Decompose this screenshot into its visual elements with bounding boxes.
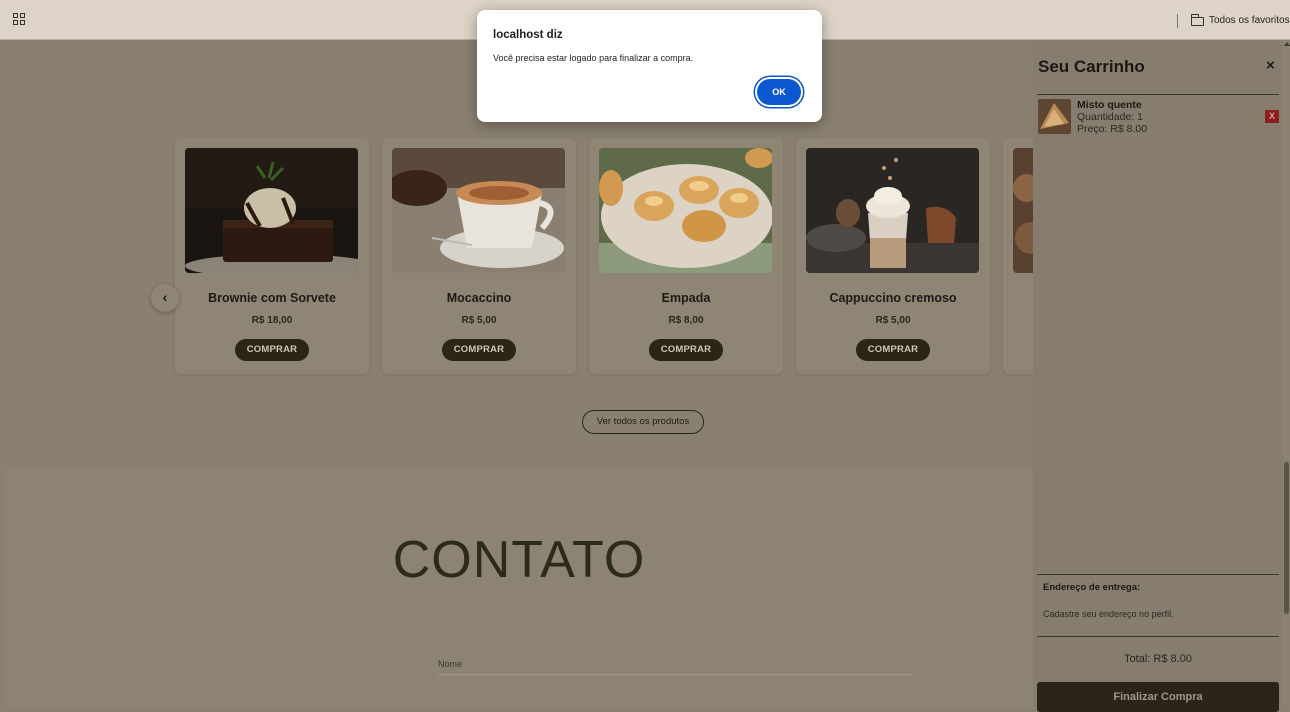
carousel-prev-button[interactable]: ‹: [151, 284, 179, 312]
scrollbar-thumb[interactable]: [1284, 462, 1289, 614]
alert-dialog: localhost diz Você precisa estar logado …: [477, 10, 822, 122]
product-price: R$ 5,00: [461, 315, 497, 326]
product-image-cappuccino: [806, 148, 979, 273]
product-price: R$ 8,00: [668, 315, 704, 326]
cart-title: Seu Carrinho: [1038, 57, 1145, 76]
contact-heading: CONTATO: [392, 531, 646, 589]
cart-total: Total: R$ 8.00: [1124, 653, 1192, 665]
product-image-brownie: [185, 148, 358, 273]
bookmarks-folder-label[interactable]: Todos os favoritos: [1209, 15, 1290, 26]
product-image-empada: [599, 148, 772, 273]
product-price: R$ 5,00: [875, 315, 911, 326]
folder-icon[interactable]: [1190, 14, 1204, 26]
buy-button[interactable]: COMPRAR: [856, 339, 930, 361]
product-card: Cappuccino cremoso R$ 5,00 COMPRAR: [796, 138, 990, 374]
product-card: Mocaccino R$ 5,00 COMPRAR: [382, 138, 576, 374]
divider: [1037, 574, 1279, 575]
product-name: Mocaccino: [446, 291, 512, 305]
ok-button[interactable]: OK: [757, 79, 801, 105]
buy-button[interactable]: COMPRAR: [235, 339, 309, 361]
apps-grid-icon[interactable]: [13, 13, 25, 25]
product-image-mocaccino: [392, 148, 565, 273]
product-card: [1003, 138, 1033, 374]
bookmarks-separator: [1177, 14, 1178, 28]
divider: [1037, 636, 1279, 637]
product-card: Empada R$ 8,00 COMPRAR: [589, 138, 783, 374]
scroll-up-arrow-icon[interactable]: [1284, 42, 1290, 46]
product-card: Brownie com Sorvete R$ 18,00 COMPRAR: [175, 138, 369, 374]
remove-item-button[interactable]: X: [1265, 110, 1279, 123]
page-content: Brownie com Sorvete R$ 18,00 COMPRAR Moc…: [5, 40, 1033, 706]
address-title: Endereço de entrega:: [1043, 582, 1141, 593]
product-price: R$ 18,00: [251, 315, 293, 326]
product-name: Brownie com Sorvete: [208, 291, 336, 305]
cart-item-quantity: Quantidade: 1: [1077, 111, 1143, 123]
buy-button[interactable]: COMPRAR: [649, 339, 723, 361]
checkout-button[interactable]: Finalizar Compra: [1037, 682, 1279, 712]
close-icon[interactable]: ×: [1266, 57, 1275, 74]
buy-button[interactable]: COMPRAR: [442, 339, 516, 361]
name-input[interactable]: [438, 674, 913, 675]
dialog-message: Você precisa estar logado para finalizar…: [493, 53, 694, 63]
product-image-partial: [1013, 148, 1033, 273]
product-name: Cappuccino cremoso: [829, 291, 957, 305]
address-text: Cadastre seu endereço no perfil.: [1043, 609, 1174, 619]
name-field-label: Nome: [438, 659, 463, 669]
dialog-title: localhost diz: [493, 29, 563, 41]
product-name: Empada: [661, 291, 711, 305]
cart-item-image: [1038, 99, 1071, 134]
chevron-left-icon: ‹: [162, 289, 168, 305]
cart-sidebar: Seu Carrinho × Misto quente Quantidade: …: [1033, 40, 1283, 712]
cart-item-name: Misto quente: [1077, 99, 1142, 111]
view-all-products-button[interactable]: Ver todos os produtos: [582, 410, 704, 434]
cart-item-price: Preço: R$ 8.00: [1077, 123, 1148, 135]
divider: [1037, 94, 1279, 95]
